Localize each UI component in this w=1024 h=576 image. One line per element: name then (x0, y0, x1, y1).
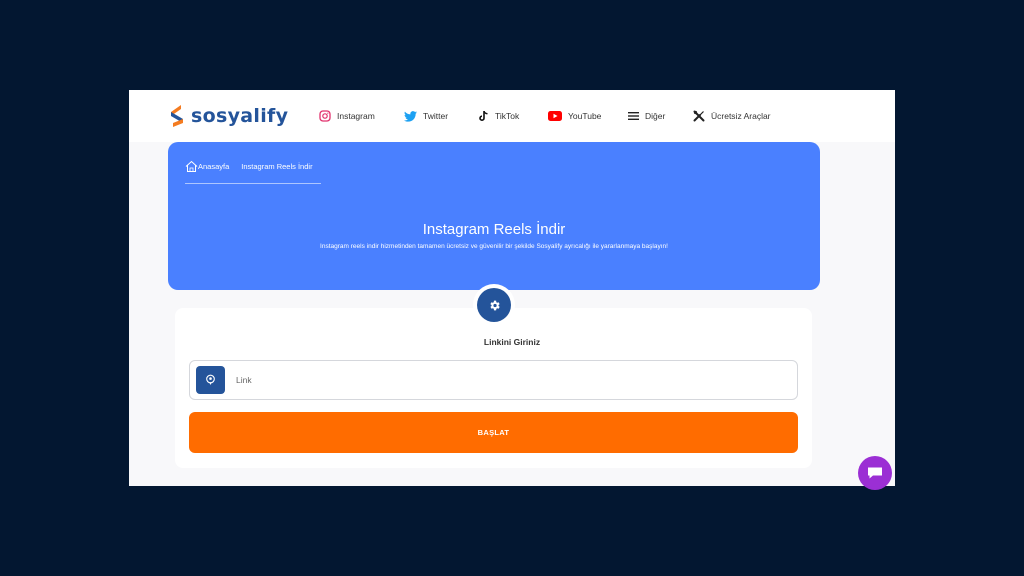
logo-text: sosyalify (191, 105, 289, 127)
form-heading: Linkini Giriniz (483, 337, 541, 347)
nav-item-free-tools[interactable]: Ücretsiz Araçlar (693, 108, 771, 124)
nav-item-label: Twitter (423, 111, 449, 121)
hero-banner: Anasayfa Instagram Reels İndir Instagram… (168, 142, 820, 290)
live-chat-button[interactable] (858, 456, 892, 490)
input-prefix (196, 366, 225, 394)
nav-item-label: Diğer (645, 111, 666, 121)
link-input-group (189, 360, 798, 400)
start-button[interactable]: BAŞLAT (189, 412, 798, 453)
sosyalify-logo-mark-icon (171, 105, 183, 127)
nav-item-label: YouTube (568, 111, 602, 121)
instagram-icon (319, 110, 331, 122)
nav-item-diger[interactable]: Diğer (628, 108, 665, 124)
gear-icon (489, 300, 500, 310)
nav-item-tiktok[interactable]: TikTok (478, 108, 519, 124)
nav-item-twitter[interactable]: Twitter (404, 108, 448, 124)
nav-item-label: Ücretsiz Araçlar (711, 111, 771, 121)
nav-item-label: TikTok (495, 111, 520, 121)
breadcrumb-home[interactable]: Anasayfa (198, 162, 229, 171)
page-subtitle: Instagram reels indir hizmetinden tamame… (320, 243, 668, 250)
twitter-icon (404, 110, 417, 122)
link-pin-icon (206, 374, 215, 385)
nav-item-instagram[interactable]: Instagram (319, 108, 375, 124)
browser-viewport: sosyalify Instagram Twitter TikTok YouTu… (129, 90, 895, 486)
breadcrumb-current: Instagram Reels İndir (241, 162, 313, 171)
breadcrumb: Anasayfa Instagram Reels İndir (185, 160, 313, 173)
home-icon[interactable] (185, 160, 198, 173)
page-title: Instagram Reels İndir (422, 221, 566, 238)
nav-item-label: Instagram (337, 111, 375, 121)
nav-item-youtube[interactable]: YouTube (548, 108, 601, 124)
tiktok-icon (479, 110, 488, 121)
top-navbar: sosyalify Instagram Twitter TikTok YouTu… (129, 90, 895, 142)
gear-badge (477, 288, 511, 322)
menu-icon (628, 112, 639, 120)
youtube-icon (548, 111, 562, 121)
chat-icon (868, 467, 882, 479)
breadcrumb-divider (185, 183, 321, 184)
link-input[interactable] (236, 371, 776, 389)
sosyalify-logo[interactable]: sosyalify (167, 102, 288, 130)
tools-icon (693, 110, 705, 122)
